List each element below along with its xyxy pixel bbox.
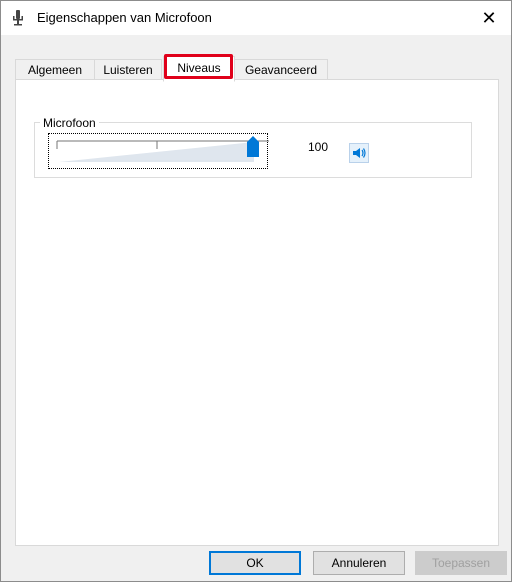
- tab-luisteren[interactable]: Luisteren: [94, 59, 162, 80]
- title-bar: Eigenschappen van Microfoon ✕: [1, 1, 511, 35]
- speaker-icon: [353, 148, 366, 158]
- properties-dialog: Eigenschappen van Microfoon ✕ Algemeen L…: [0, 0, 512, 582]
- cancel-button[interactable]: Annuleren: [313, 551, 405, 575]
- tab-geavanceerd[interactable]: Geavanceerd: [234, 59, 328, 80]
- microphone-group-label: Microfoon: [40, 116, 99, 130]
- mute-button[interactable]: [349, 143, 369, 163]
- window-title: Eigenschappen van Microfoon: [37, 10, 212, 25]
- slider-thumb[interactable]: [246, 136, 260, 158]
- level-value: 100: [308, 140, 329, 154]
- level-slider[interactable]: [48, 133, 269, 169]
- slider-fill: [56, 140, 269, 162]
- close-icon: ✕: [481, 7, 497, 28]
- ok-button[interactable]: OK: [209, 551, 301, 575]
- close-button[interactable]: ✕: [467, 1, 511, 35]
- tab-niveaus[interactable]: Niveaus: [163, 56, 235, 82]
- levels-panel: Microfoon 100: [15, 79, 499, 546]
- microphone-icon: [13, 10, 23, 26]
- apply-button[interactable]: Toepassen: [415, 551, 507, 575]
- tab-algemeen[interactable]: Algemeen: [15, 59, 95, 80]
